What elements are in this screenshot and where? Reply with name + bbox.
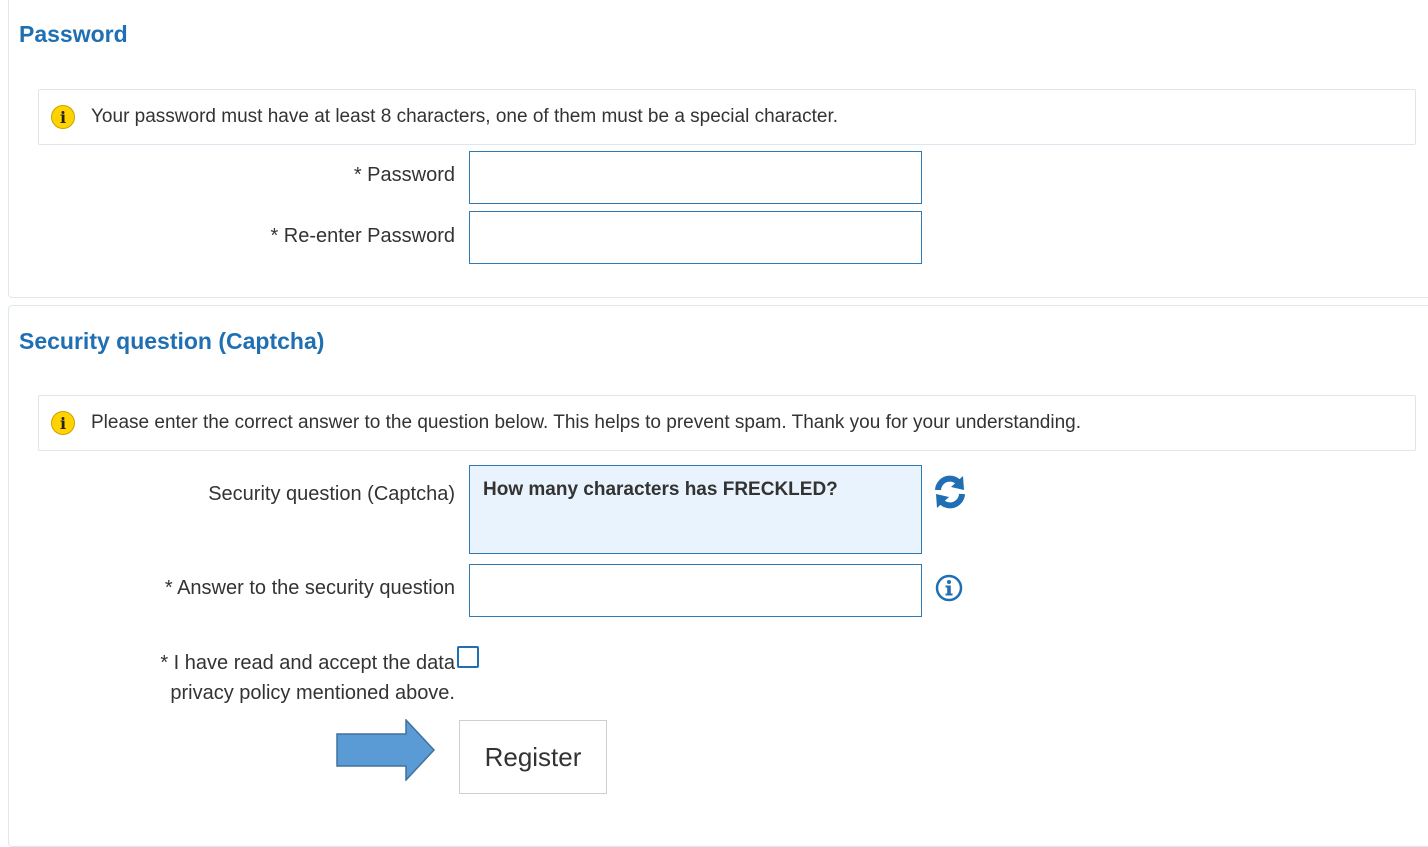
privacy-checkbox[interactable] xyxy=(457,646,479,668)
register-button[interactable]: Register xyxy=(459,720,607,794)
privacy-policy-label: * I have read and accept the data privac… xyxy=(160,648,455,708)
reenter-password-label: * Re-enter Password xyxy=(270,225,455,247)
privacy-line-1: * I have read and accept the data xyxy=(160,652,455,674)
password-input[interactable] xyxy=(469,151,922,204)
captcha-info-box: i Please enter the correct answer to the… xyxy=(38,395,1416,451)
answer-label: * Answer to the security question xyxy=(164,577,455,599)
pointer-arrow-icon xyxy=(336,719,436,781)
captcha-question-box: How many characters has FRECKLED? xyxy=(469,465,922,554)
reenter-password-input[interactable] xyxy=(469,211,922,264)
help-info-icon[interactable] xyxy=(935,574,963,602)
password-info-text: Your password must have at least 8 chara… xyxy=(91,106,839,127)
captcha-info-text: Please enter the correct answer to the q… xyxy=(91,412,1081,433)
info-icon: i xyxy=(51,411,75,435)
password-info-box: i Your password must have at least 8 cha… xyxy=(38,89,1416,145)
refresh-icon[interactable] xyxy=(931,473,969,511)
captcha-panel: Security question (Captcha) i Please ent… xyxy=(8,305,1428,847)
captcha-question-label: Security question (Captcha) xyxy=(208,483,455,505)
captcha-section-title: Security question (Captcha) xyxy=(19,328,325,354)
answer-input[interactable] xyxy=(469,564,922,617)
password-section-title: Password xyxy=(19,21,128,47)
password-panel: Password i Your password must have at le… xyxy=(8,0,1428,298)
privacy-line-2: privacy policy mentioned above. xyxy=(170,682,455,704)
info-icon: i xyxy=(51,105,75,129)
password-label: * Password xyxy=(353,164,455,186)
